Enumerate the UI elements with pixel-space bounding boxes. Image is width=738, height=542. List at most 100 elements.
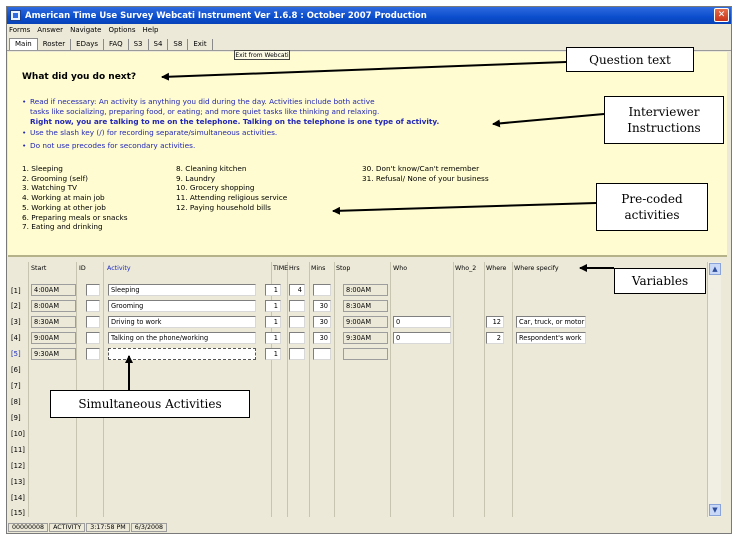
app-icon bbox=[10, 10, 21, 21]
time-cell[interactable]: 1 bbox=[265, 300, 281, 312]
where-cell[interactable]: 12 bbox=[486, 316, 504, 328]
mins-cell[interactable]: 30 bbox=[313, 332, 331, 344]
row-label: [7] bbox=[11, 382, 21, 390]
start-cell[interactable]: 4:00AM bbox=[31, 284, 76, 296]
precode-item: 9. Laundry bbox=[176, 173, 216, 183]
tab-faq[interactable]: FAQ bbox=[104, 39, 129, 50]
header-activity: Activity bbox=[107, 265, 131, 272]
menu-help[interactable]: Help bbox=[143, 26, 159, 34]
time-cell[interactable]: 1 bbox=[265, 316, 281, 328]
hrs-cell[interactable] bbox=[289, 316, 305, 328]
menu-answer[interactable]: Answer bbox=[37, 26, 63, 34]
menu-navigate[interactable]: Navigate bbox=[70, 26, 101, 34]
row-label: [1] bbox=[11, 287, 21, 295]
instruction-precodes-text: Do not use precodes for secondary activi… bbox=[30, 141, 196, 150]
status-time: 3:17:58 PM bbox=[86, 523, 130, 532]
activity-cell[interactable]: Grooming bbox=[108, 300, 256, 312]
activity-cell-focused[interactable] bbox=[108, 348, 256, 360]
time-cell[interactable]: 1 bbox=[265, 284, 281, 296]
grid-column-divider bbox=[512, 262, 513, 517]
stop-cell: 9:00AM bbox=[343, 316, 388, 328]
id-cell[interactable] bbox=[86, 284, 100, 296]
tab-s3[interactable]: S3 bbox=[128, 39, 149, 50]
menu-forms[interactable]: Forms bbox=[9, 26, 30, 34]
who-cell[interactable]: 0 bbox=[393, 332, 451, 344]
instruction-slash-text: Use the slash key (/) for recording sepa… bbox=[30, 128, 278, 137]
start-cell[interactable]: 8:30AM bbox=[31, 316, 76, 328]
id-cell[interactable] bbox=[86, 316, 100, 328]
row-label: [9] bbox=[11, 414, 21, 422]
tab-s8[interactable]: S8 bbox=[168, 39, 189, 50]
status-bar: 00000008 ACTIVITY 3:17:58 PM 6/3/2008 bbox=[8, 523, 727, 532]
stop-cell bbox=[343, 348, 388, 360]
callout-interviewer-line-2: Instructions bbox=[627, 121, 701, 135]
start-cell[interactable]: 9:00AM bbox=[31, 332, 76, 344]
instruction-line-1: Read if necessary: An activity is anythi… bbox=[30, 97, 375, 106]
grid-column-divider bbox=[453, 262, 454, 517]
start-cell[interactable]: 9:30AM bbox=[31, 348, 76, 360]
tab-exit[interactable]: Exit bbox=[188, 39, 213, 50]
activity-cell[interactable]: Driving to work bbox=[108, 316, 256, 328]
stop-cell: 9:30AM bbox=[343, 332, 388, 344]
precode-item: 3. Watching TV bbox=[22, 183, 78, 193]
header-time: TIME bbox=[273, 265, 289, 272]
id-cell[interactable] bbox=[86, 332, 100, 344]
bullet-icon: • bbox=[22, 141, 27, 150]
tab-main[interactable]: Main bbox=[9, 38, 38, 50]
grid-column-divider bbox=[309, 262, 310, 517]
header-who-2: Who_2 bbox=[455, 265, 477, 272]
activity-cell[interactable]: Sleeping bbox=[108, 284, 256, 296]
where-specify-cell[interactable]: Respondent's work bbox=[516, 332, 586, 344]
mins-cell[interactable] bbox=[313, 284, 331, 296]
activity-cell[interactable]: Talking on the phone/working bbox=[108, 332, 256, 344]
start-cell[interactable]: 8:00AM bbox=[31, 300, 76, 312]
stop-cell: 8:00AM bbox=[343, 284, 388, 296]
callout-question-text: Question text bbox=[566, 47, 694, 72]
precode-column-1: 1. Sleeping 2. Grooming (self) 3. Watchi… bbox=[22, 164, 128, 232]
header-where: Where bbox=[486, 265, 507, 272]
who-cell[interactable]: 0 bbox=[393, 316, 451, 328]
where-specify-cell[interactable]: Car, truck, or motor bbox=[516, 316, 586, 328]
header-mins: Mins bbox=[311, 265, 326, 272]
window-title: American Time Use Survey Webcati Instrum… bbox=[25, 10, 427, 21]
row-label: [4] bbox=[11, 334, 21, 342]
hrs-cell[interactable]: 4 bbox=[289, 284, 305, 296]
row-label: [14] bbox=[11, 494, 25, 502]
id-cell[interactable] bbox=[86, 300, 100, 312]
id-cell[interactable] bbox=[86, 348, 100, 360]
hrs-cell[interactable] bbox=[289, 300, 305, 312]
instruction-precodes: • Do not use precodes for secondary activ… bbox=[22, 141, 195, 151]
hrs-cell[interactable] bbox=[289, 332, 305, 344]
scroll-up-icon[interactable]: ▲ bbox=[709, 263, 721, 275]
callout-interviewer-line-1: Interviewer bbox=[628, 105, 700, 119]
precode-item: 10. Grocery shopping bbox=[176, 183, 255, 193]
instruction-line-2: tasks like socializing, preparing food, … bbox=[30, 107, 380, 116]
precode-column-2: 8. Cleaning kitchen 9. Laundry 10. Groce… bbox=[176, 164, 287, 213]
scroll-down-icon[interactable]: ▼ bbox=[709, 504, 721, 516]
where-cell[interactable]: 2 bbox=[486, 332, 504, 344]
row-label: [2] bbox=[11, 302, 21, 310]
row-label: [11] bbox=[11, 446, 25, 454]
tab-roster[interactable]: Roster bbox=[37, 39, 72, 50]
tab-edays[interactable]: EDays bbox=[71, 39, 105, 50]
vertical-scrollbar[interactable]: ▲ ▼ bbox=[707, 262, 721, 517]
mins-cell[interactable]: 30 bbox=[313, 316, 331, 328]
header-who: Who bbox=[393, 265, 408, 272]
time-cell[interactable]: 1 bbox=[265, 348, 281, 360]
time-cell[interactable]: 1 bbox=[265, 332, 281, 344]
hrs-cell[interactable] bbox=[289, 348, 305, 360]
instruction-read: • Read if necessary: An activity is anyth… bbox=[22, 97, 439, 127]
precode-item: 4. Working at main job bbox=[22, 193, 105, 203]
title-bar: American Time Use Survey Webcati Instrum… bbox=[7, 7, 731, 24]
status-field: ACTIVITY bbox=[49, 523, 86, 532]
close-button[interactable]: ✕ bbox=[714, 8, 729, 22]
mins-cell[interactable]: 30 bbox=[313, 300, 331, 312]
row-label: [6] bbox=[11, 366, 21, 374]
precode-item: 2. Grooming (self) bbox=[22, 173, 88, 183]
exit-webcati-button[interactable]: Exit from Webcati bbox=[234, 50, 290, 60]
precode-item: 7. Eating and drinking bbox=[22, 222, 103, 232]
callout-interviewer-instructions: Interviewer Instructions bbox=[604, 96, 724, 144]
tab-s4[interactable]: S4 bbox=[148, 39, 169, 50]
menu-options[interactable]: Options bbox=[108, 26, 135, 34]
mins-cell[interactable] bbox=[313, 348, 331, 360]
